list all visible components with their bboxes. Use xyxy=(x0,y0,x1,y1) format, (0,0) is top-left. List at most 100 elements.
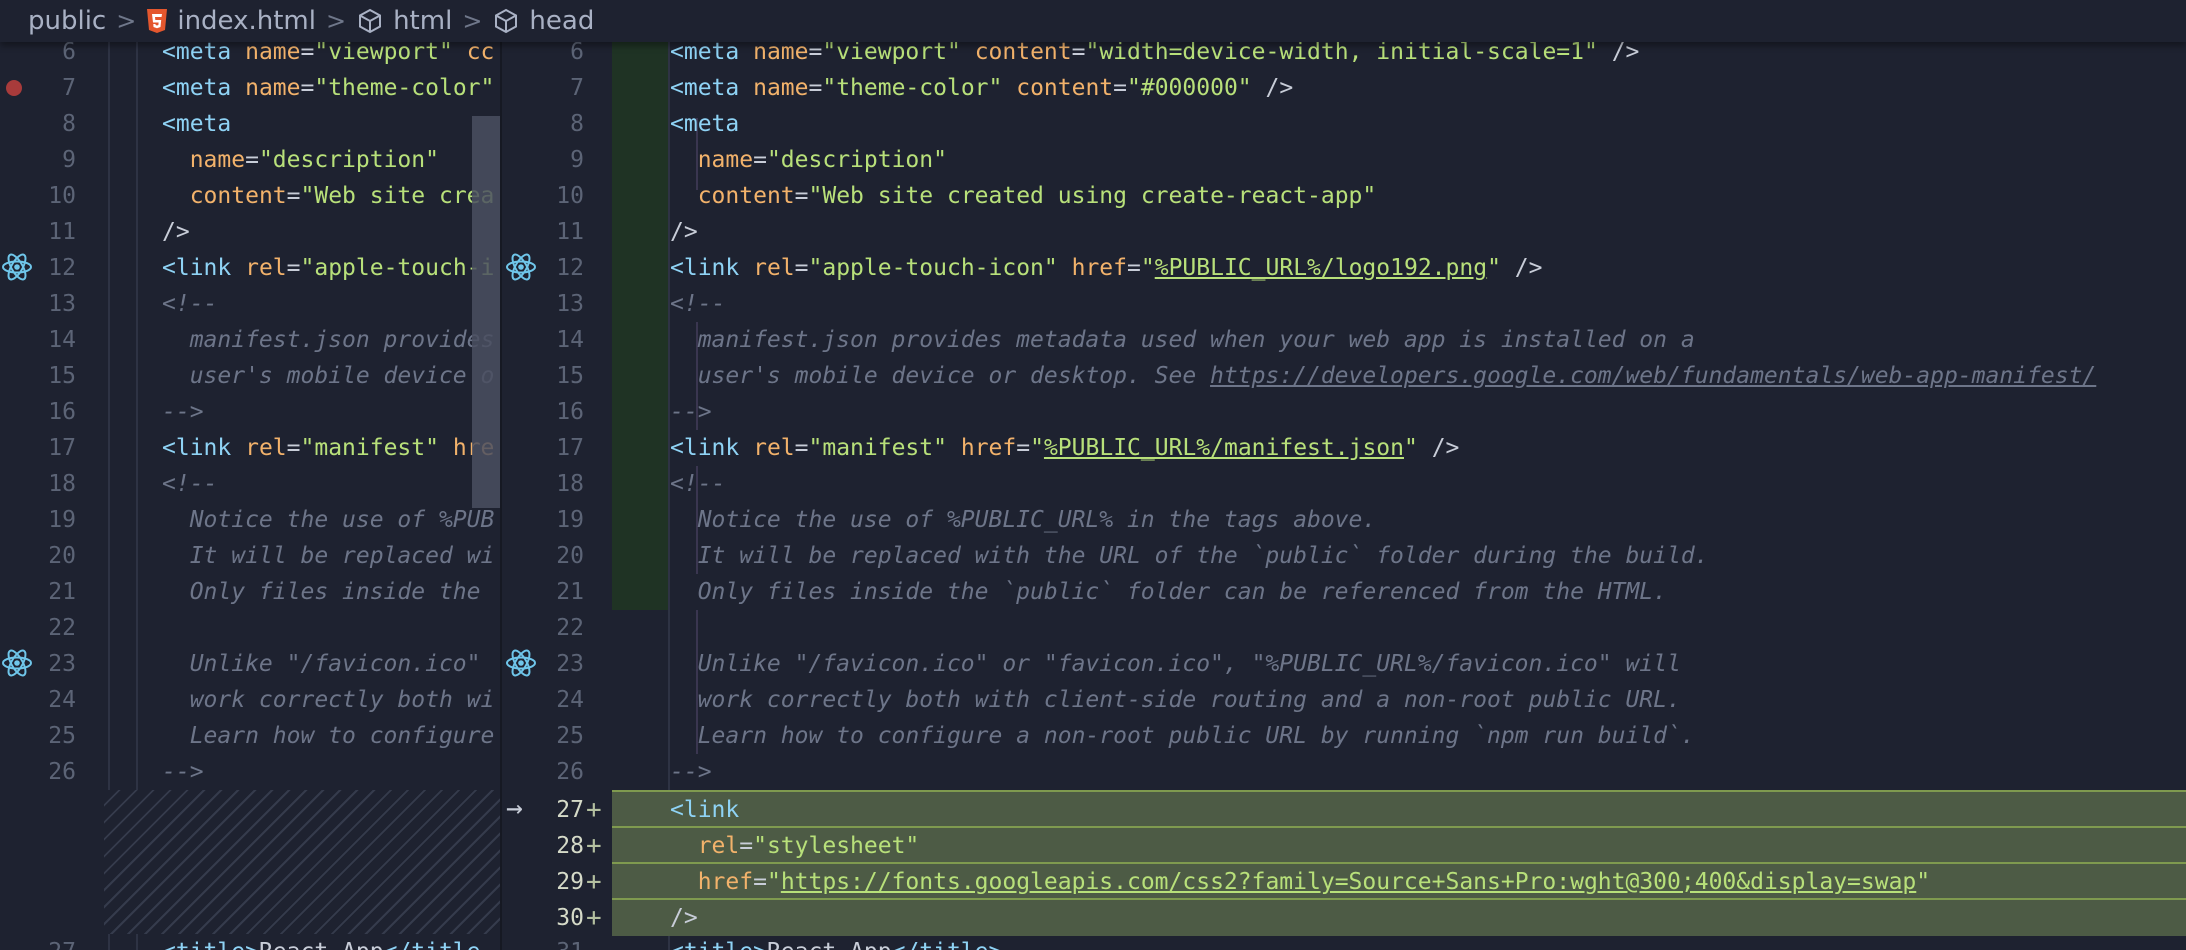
code-line[interactable]: 12 <link rel="apple-touch-i xyxy=(0,250,500,286)
code-line[interactable]: 16 --> xyxy=(0,394,500,430)
code-token: --> xyxy=(162,759,204,785)
diff-original-pane[interactable]: 6 <meta name="viewport" cc 7 <meta name="th… xyxy=(0,0,500,950)
code-token: It will be replaced wi xyxy=(162,543,495,569)
code-line[interactable]: 12 <link rel="apple-touch-icon" href="%PU… xyxy=(502,250,2186,286)
code-token: = xyxy=(286,255,301,281)
code-token: <link xyxy=(670,435,754,461)
diff-modified-pane[interactable]: 6 <meta name="viewport" content="width=de… xyxy=(500,0,2186,950)
code-token: name xyxy=(753,39,809,65)
code-line[interactable]: 24 work correctly both with client-side … xyxy=(502,682,2186,718)
code-token: rel xyxy=(245,255,287,281)
code-line[interactable]: 25 Learn how to configure a non-root pub… xyxy=(502,718,2186,754)
code-line[interactable]: 11 /> xyxy=(502,214,2186,250)
code-token: = xyxy=(794,183,809,209)
code-line[interactable]: 22 xyxy=(0,610,500,646)
code-token: --> xyxy=(670,759,712,785)
code-text: --> xyxy=(670,754,712,790)
scrollbar-thumb[interactable] xyxy=(472,116,500,508)
code-line[interactable]: 9 name="description" xyxy=(0,142,500,178)
code-token: = xyxy=(300,75,315,101)
code-token: work correctly both wi xyxy=(162,687,495,713)
line-number: 22 xyxy=(48,615,76,641)
code-line[interactable]: 17 <link rel="manifest" hre xyxy=(0,430,500,466)
code-text: <title>React App</title> xyxy=(670,934,1002,950)
code-token: rel xyxy=(697,833,740,859)
code-token: Only files inside the `public` folder ca… xyxy=(670,579,1667,605)
code-token: "stylesheet" xyxy=(753,833,920,859)
added-code-line[interactable]: 28 + rel="stylesheet" xyxy=(556,826,2186,864)
code-text: <!-- xyxy=(162,286,217,322)
breadcrumb-item-head[interactable]: head xyxy=(492,6,594,36)
code-line[interactable]: 23 Unlike "/favicon.ico" or "favicon.ico… xyxy=(502,646,2186,682)
breadcrumb-item-public[interactable]: public xyxy=(28,6,106,36)
code-token: </title> xyxy=(892,939,1003,950)
code-line[interactable]: 15 user's mobile device or desktop. See … xyxy=(502,358,2186,394)
code-text: /> xyxy=(162,214,190,250)
added-code-line[interactable]: 29 + href="https://fonts.googleapis.com/c… xyxy=(556,862,2186,900)
code-line[interactable]: 22 xyxy=(502,610,2186,646)
code-token: rel xyxy=(753,255,795,281)
line-number: 17 xyxy=(48,435,76,461)
code-line[interactable]: 27 <title>React App</title xyxy=(0,934,500,950)
code-line[interactable]: 20 It will be replaced with the URL of t… xyxy=(502,538,2186,574)
code-line[interactable]: 18 <!-- xyxy=(0,466,500,502)
code-token: user's mobile device or desktop. See xyxy=(670,363,1211,389)
added-code-line[interactable]: 27 + <link xyxy=(556,790,2186,828)
code-line[interactable]: 11 /> xyxy=(0,214,500,250)
code-text: <!-- xyxy=(670,286,725,322)
code-line[interactable]: 15 user's mobile device o xyxy=(0,358,500,394)
line-number: 20 xyxy=(556,543,584,569)
added-line-marker: + xyxy=(586,903,602,933)
code-line[interactable]: 19 Notice the use of %PUB xyxy=(0,502,500,538)
code-line[interactable]: 7 <meta name="theme-color" content="#0000… xyxy=(502,70,2186,106)
code-line[interactable]: 9 name="description" xyxy=(502,142,2186,178)
line-number: 10 xyxy=(48,183,76,209)
code-line[interactable]: 21 Only files inside the `public` folder… xyxy=(502,574,2186,610)
code-line[interactable]: 13 <!-- xyxy=(502,286,2186,322)
code-line[interactable]: 13 <!-- xyxy=(0,286,500,322)
code-line[interactable]: 17 <link rel="manifest" href="%PUBLIC_URL… xyxy=(502,430,2186,466)
code-text: <link rel="manifest" href="%PUBLIC_URL%/… xyxy=(670,430,1459,466)
code-token: work correctly both with client-side rou… xyxy=(670,687,1681,713)
code-token: "theme-color" xyxy=(822,75,1003,101)
breadcrumb-item-file[interactable]: index.html xyxy=(146,6,316,36)
code-line[interactable]: 31 <title>React App</title> xyxy=(502,934,2186,950)
line-number: 19 xyxy=(48,507,76,533)
code-line[interactable]: 8 <meta xyxy=(0,106,500,142)
breadcrumb-item-html[interactable]: html xyxy=(356,6,452,36)
code-line[interactable]: 10 content="Web site crea xyxy=(0,178,500,214)
code-token: /> xyxy=(162,219,190,245)
code-line[interactable]: 14 manifest.json provides xyxy=(0,322,500,358)
code-line[interactable]: 10 content="Web site created using creat… xyxy=(502,178,2186,214)
code-line[interactable]: 21 Only files inside the xyxy=(0,574,500,610)
line-number: 27 xyxy=(556,797,584,823)
code-token: <title> xyxy=(162,939,259,950)
code-line[interactable]: 23 Unlike "/favicon.ico" xyxy=(0,646,500,682)
code-token: content xyxy=(974,39,1072,65)
code-token: manifest.json provides xyxy=(162,327,495,353)
code-token: = xyxy=(286,183,301,209)
code-line[interactable]: 18 <!-- xyxy=(502,466,2186,502)
code-line[interactable]: 25 Learn how to configure xyxy=(0,718,500,754)
code-line[interactable]: 8 <meta xyxy=(502,106,2186,142)
code-line[interactable]: 19 Notice the use of %PUBLIC_URL% in the… xyxy=(502,502,2186,538)
code-line[interactable]: 26 --> xyxy=(502,754,2186,790)
code-line[interactable]: 24 work correctly both wi xyxy=(0,682,500,718)
added-code-line[interactable]: 30 + /> xyxy=(556,898,2186,936)
code-token: "Web site crea xyxy=(300,183,495,209)
code-line[interactable]: 20 It will be replaced wi xyxy=(0,538,500,574)
code-line[interactable]: 26 --> xyxy=(0,754,500,790)
breakpoint-dot[interactable] xyxy=(6,80,22,96)
code-line[interactable]: 16 --> xyxy=(502,394,2186,430)
code-line[interactable]: 14 manifest.json provides metadata used … xyxy=(502,322,2186,358)
code-text: name="description" xyxy=(670,142,947,178)
added-line-marker: + xyxy=(586,831,602,861)
code-token: /> xyxy=(670,905,698,931)
code-text: Notice the use of %PUBLIC_URL% in the ta… xyxy=(670,502,1377,538)
code-line[interactable]: 7 <meta name="theme-color" xyxy=(0,70,500,106)
code-text: It will be replaced with the URL of the … xyxy=(670,538,1709,574)
line-number: 20 xyxy=(48,543,76,569)
